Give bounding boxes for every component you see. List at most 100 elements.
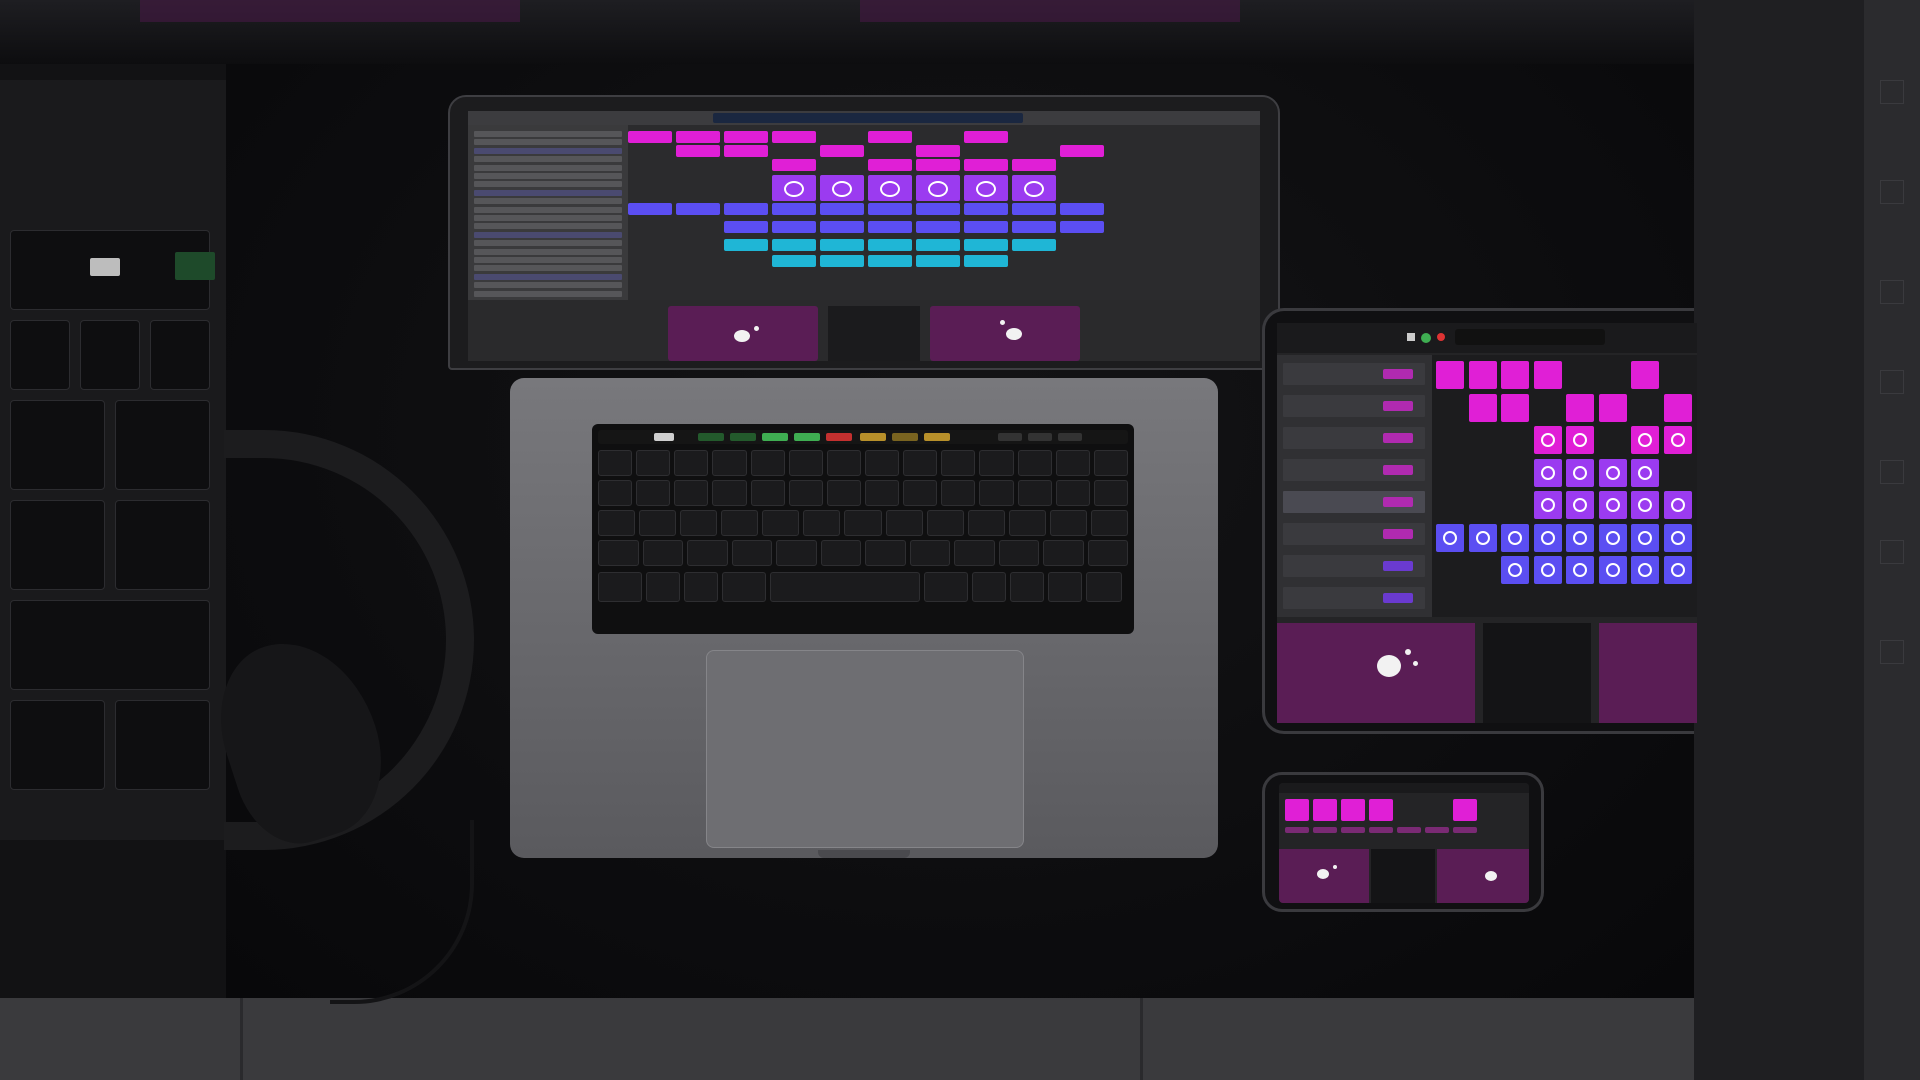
laptop-screen	[468, 111, 1260, 361]
loop-cell	[964, 239, 1008, 251]
keyboard-key	[820, 540, 861, 566]
tablet-track-row	[1283, 555, 1425, 577]
loop-play-indicator	[1024, 181, 1044, 197]
loop-play-indicator	[976, 181, 996, 197]
track-row	[474, 240, 622, 247]
loop-cell	[1012, 203, 1056, 215]
track-row	[474, 164, 622, 171]
tablet-loop-cell	[1663, 523, 1692, 552]
keyboard-key	[636, 480, 671, 506]
loop-cell	[916, 221, 960, 233]
tablet-loop-cell	[1631, 426, 1659, 454]
loop-cell	[868, 221, 912, 233]
blurred-strip	[860, 0, 1240, 22]
loop-cell	[724, 131, 768, 143]
keyboard-key	[979, 450, 1014, 476]
loop-play-indicator	[1573, 530, 1587, 545]
tablet-loop-cell	[1598, 491, 1627, 519]
keyboard-key	[1055, 450, 1090, 476]
loop-play-indicator	[1670, 498, 1685, 512]
tablet-loop-cell	[1566, 393, 1594, 422]
touch-bar	[598, 430, 1128, 444]
daw-track-list	[468, 125, 628, 300]
loop-play-indicator	[1638, 465, 1652, 480]
keyboard-key	[1043, 540, 1084, 566]
tablet-loop-cell	[1631, 458, 1659, 487]
keyboard-key	[972, 572, 1006, 602]
keyboard-key	[598, 450, 633, 476]
tablet-loop-cell	[1566, 426, 1594, 454]
tablet-loop-cell	[1631, 361, 1659, 389]
keyboard-key	[1048, 572, 1082, 602]
keyboard-key	[924, 572, 968, 602]
keyboard-key	[967, 510, 1005, 536]
loop-cell	[676, 203, 720, 215]
keyboard-key	[770, 572, 920, 602]
track-thumbnail	[1383, 561, 1413, 571]
keyboard-key	[721, 510, 759, 536]
tablet-loop-cell	[1598, 523, 1627, 552]
track-thumbnail	[1383, 401, 1413, 411]
tablet-loop-cell	[1631, 556, 1659, 584]
phone-loop-cell	[1453, 799, 1477, 821]
phone-loop-cell	[1285, 827, 1309, 833]
loop-play-indicator	[1540, 465, 1555, 480]
tablet-loop-cell	[1533, 458, 1562, 487]
tablet-loop-cell	[1533, 523, 1562, 552]
keyboard-key	[803, 510, 841, 536]
keyboard-key	[788, 450, 823, 476]
keyboard-key	[680, 510, 718, 536]
loop-cell	[916, 255, 960, 267]
tablet-track-row	[1283, 587, 1425, 609]
daw-toolbar	[468, 111, 1260, 125]
track-row	[474, 215, 622, 221]
loop-play-indicator	[1540, 433, 1555, 447]
loop-cell	[868, 239, 912, 251]
keyboard-key	[1049, 510, 1087, 536]
phone-xy-pad-right	[1437, 849, 1529, 903]
background-top-blur	[0, 0, 1920, 64]
tablet-track-list	[1277, 355, 1432, 617]
track-row	[474, 198, 622, 205]
tablet-track-row	[1283, 459, 1425, 481]
laptop-lid	[448, 95, 1280, 370]
loop-play-indicator	[1670, 433, 1685, 447]
tablet-loop-cell	[1501, 523, 1529, 552]
loop-play-indicator	[1540, 530, 1555, 545]
loop-play-indicator	[1508, 530, 1522, 545]
loop-cell	[724, 221, 768, 233]
tablet-loop-cell	[1566, 458, 1594, 487]
track-thumbnail	[1383, 529, 1413, 539]
keyboard-key	[844, 510, 882, 536]
keyboard-key	[639, 510, 677, 536]
loop-cell	[820, 239, 864, 251]
loop-play-indicator	[1605, 498, 1620, 512]
track-row	[474, 223, 622, 230]
keyboard-key	[1010, 572, 1044, 602]
keyboard-key	[1017, 450, 1052, 476]
loop-cell	[916, 159, 960, 171]
background-bottom-blur	[0, 998, 1920, 1080]
loop-cell	[868, 203, 912, 215]
loop-cell	[964, 203, 1008, 215]
loop-cell	[772, 221, 816, 233]
phone-loop-cell	[1313, 799, 1337, 821]
tablet-loop-cell	[1468, 523, 1497, 552]
blurred-strip	[140, 0, 520, 22]
keyboard-key	[979, 480, 1014, 506]
keyboard-key	[750, 450, 785, 476]
lid-notch	[818, 850, 910, 858]
keyboard-key	[1055, 480, 1090, 506]
phone-loop-cell	[1453, 827, 1477, 833]
tablet-loop-cell	[1501, 393, 1529, 422]
keyboard-key	[998, 540, 1039, 566]
tablet-toolbar	[1277, 323, 1697, 353]
loop-play-indicator	[880, 181, 900, 197]
loop-cell	[964, 221, 1008, 233]
keyboard-key	[687, 540, 728, 566]
track-row	[474, 173, 622, 179]
tablet-lcd-display	[1455, 329, 1605, 345]
keyboard-key	[674, 480, 709, 506]
keyboard-key	[865, 450, 900, 476]
tablet-loop-cell	[1436, 361, 1464, 389]
